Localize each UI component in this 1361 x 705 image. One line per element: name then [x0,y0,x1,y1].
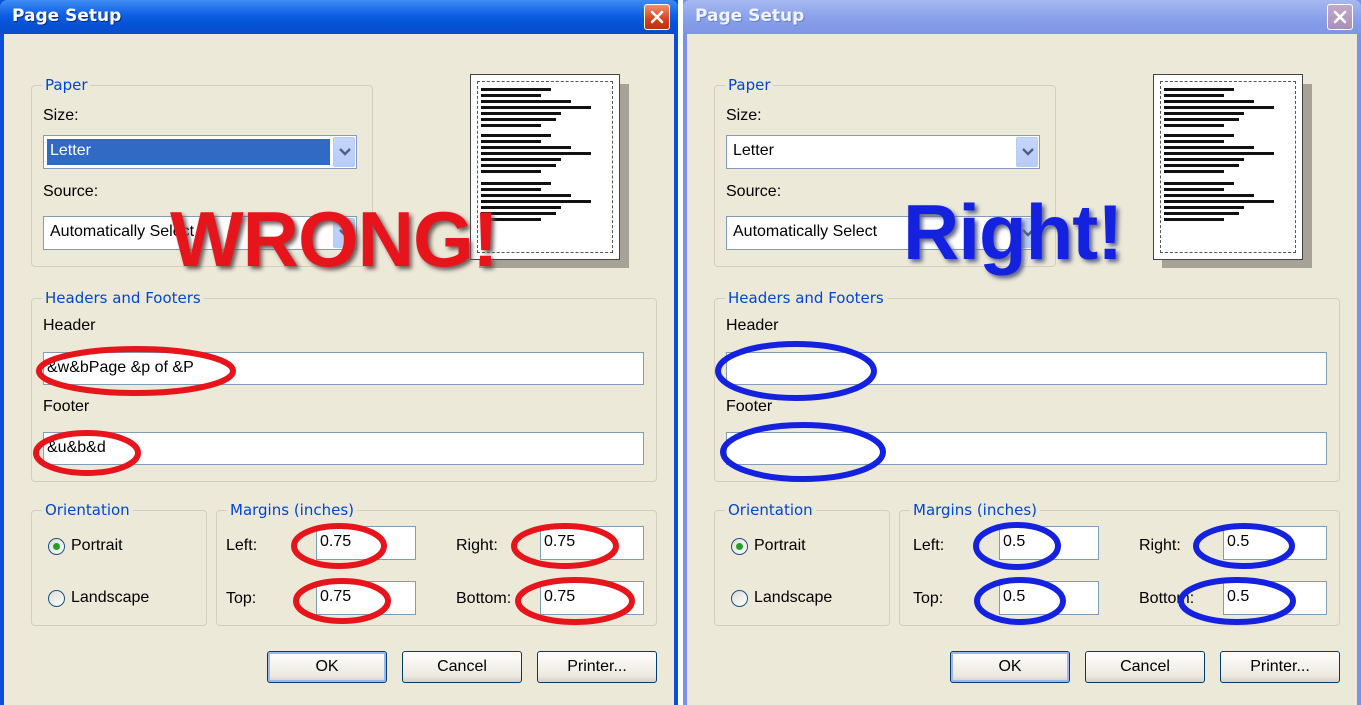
wrong-annotation: WRONG! [170,195,499,283]
title-bar: Page Setup [0,0,678,34]
bottom-margin-input[interactable]: 0.75 [540,581,644,615]
chevron-down-icon [339,148,351,156]
right-annotation: Right! [903,188,1123,276]
orientation-group: Orientation [31,501,207,626]
dropdown-button[interactable] [333,137,355,167]
bottom-margin-label: Bottom: [1139,590,1195,607]
close-icon [650,10,664,24]
size-label: Size: [43,107,79,124]
landscape-label: Landscape [71,589,150,606]
bottom-margin-label: Bottom: [456,590,512,607]
cancel-button[interactable]: Cancel [1085,651,1205,683]
paper-legend: Paper [42,76,91,94]
size-select[interactable]: Letter [43,135,357,169]
cancel-button[interactable]: Cancel [402,651,522,683]
portrait-label: Portrait [754,537,806,554]
left-margin-input[interactable]: 0.75 [316,526,416,560]
size-select[interactable]: Letter [726,135,1040,169]
close-button[interactable] [1327,4,1353,30]
bottom-margin-input[interactable]: 0.5 [1223,581,1327,615]
landscape-radio[interactable] [48,590,65,607]
printer-button[interactable]: Printer... [1220,651,1340,683]
paper-legend: Paper [725,76,774,94]
dialog-title: Page Setup [12,6,122,26]
size-value: Letter [47,139,330,165]
dialog-title: Page Setup [695,6,805,26]
title-bar: Page Setup [683,0,1361,34]
header-label: Header [43,317,96,334]
orientation-group: Orientation [714,501,890,626]
dialog-client: Paper Size: Letter Source: Automatically… [687,34,1357,705]
left-margin-label: Left: [226,537,258,554]
headers-footers-legend: Headers and Footers [42,289,204,307]
right-margin-label: Right: [456,537,498,554]
dialog-client: Paper Size: Letter Source: Automatically… [4,34,674,705]
orientation-legend: Orientation [42,501,133,519]
right-margin-input[interactable]: 0.75 [540,526,644,560]
dropdown-button[interactable] [1016,137,1038,167]
top-margin-input[interactable]: 0.75 [316,581,416,615]
portrait-radio[interactable] [731,538,748,555]
source-label: Source: [43,183,99,200]
footer-input[interactable] [726,432,1327,465]
orientation-legend: Orientation [725,501,816,519]
margins-legend: Margins (inches) [910,501,1040,519]
ok-button[interactable]: OK [267,651,387,683]
left-margin-label: Left: [913,537,945,554]
landscape-label: Landscape [754,589,833,606]
close-button[interactable] [644,4,670,30]
ok-button[interactable]: OK [950,651,1070,683]
footer-label: Footer [726,398,773,415]
right-margin-label: Right: [1139,537,1181,554]
top-margin-label: Top: [226,590,257,607]
footer-label: Footer [43,398,90,415]
header-input[interactable]: &w&bPage &p of &P [43,352,644,385]
preview-text-area [1160,81,1296,253]
headers-footers-legend: Headers and Footers [725,289,887,307]
close-icon [1333,10,1347,24]
size-label: Size: [726,107,762,124]
portrait-radio[interactable] [48,538,65,555]
page-preview-icon [1153,74,1303,260]
chevron-down-icon [1022,148,1034,156]
top-margin-input[interactable]: 0.5 [999,581,1099,615]
portrait-label: Portrait [71,537,123,554]
left-margin-input[interactable]: 0.5 [999,526,1099,560]
landscape-radio[interactable] [731,590,748,607]
margins-legend: Margins (inches) [227,501,357,519]
page-setup-dialog-wrong: Page Setup Paper Size: Letter Source: Au… [0,0,678,705]
printer-button[interactable]: Printer... [537,651,657,683]
page-setup-dialog-right: Page Setup Paper Size: Letter Source: Au… [683,0,1361,705]
top-margin-label: Top: [913,590,944,607]
footer-input[interactable]: &u&b&d [43,432,644,465]
source-label: Source: [726,183,782,200]
right-margin-input[interactable]: 0.5 [1223,526,1327,560]
size-value: Letter [733,142,774,159]
header-label: Header [726,317,779,334]
header-input[interactable] [726,352,1327,385]
